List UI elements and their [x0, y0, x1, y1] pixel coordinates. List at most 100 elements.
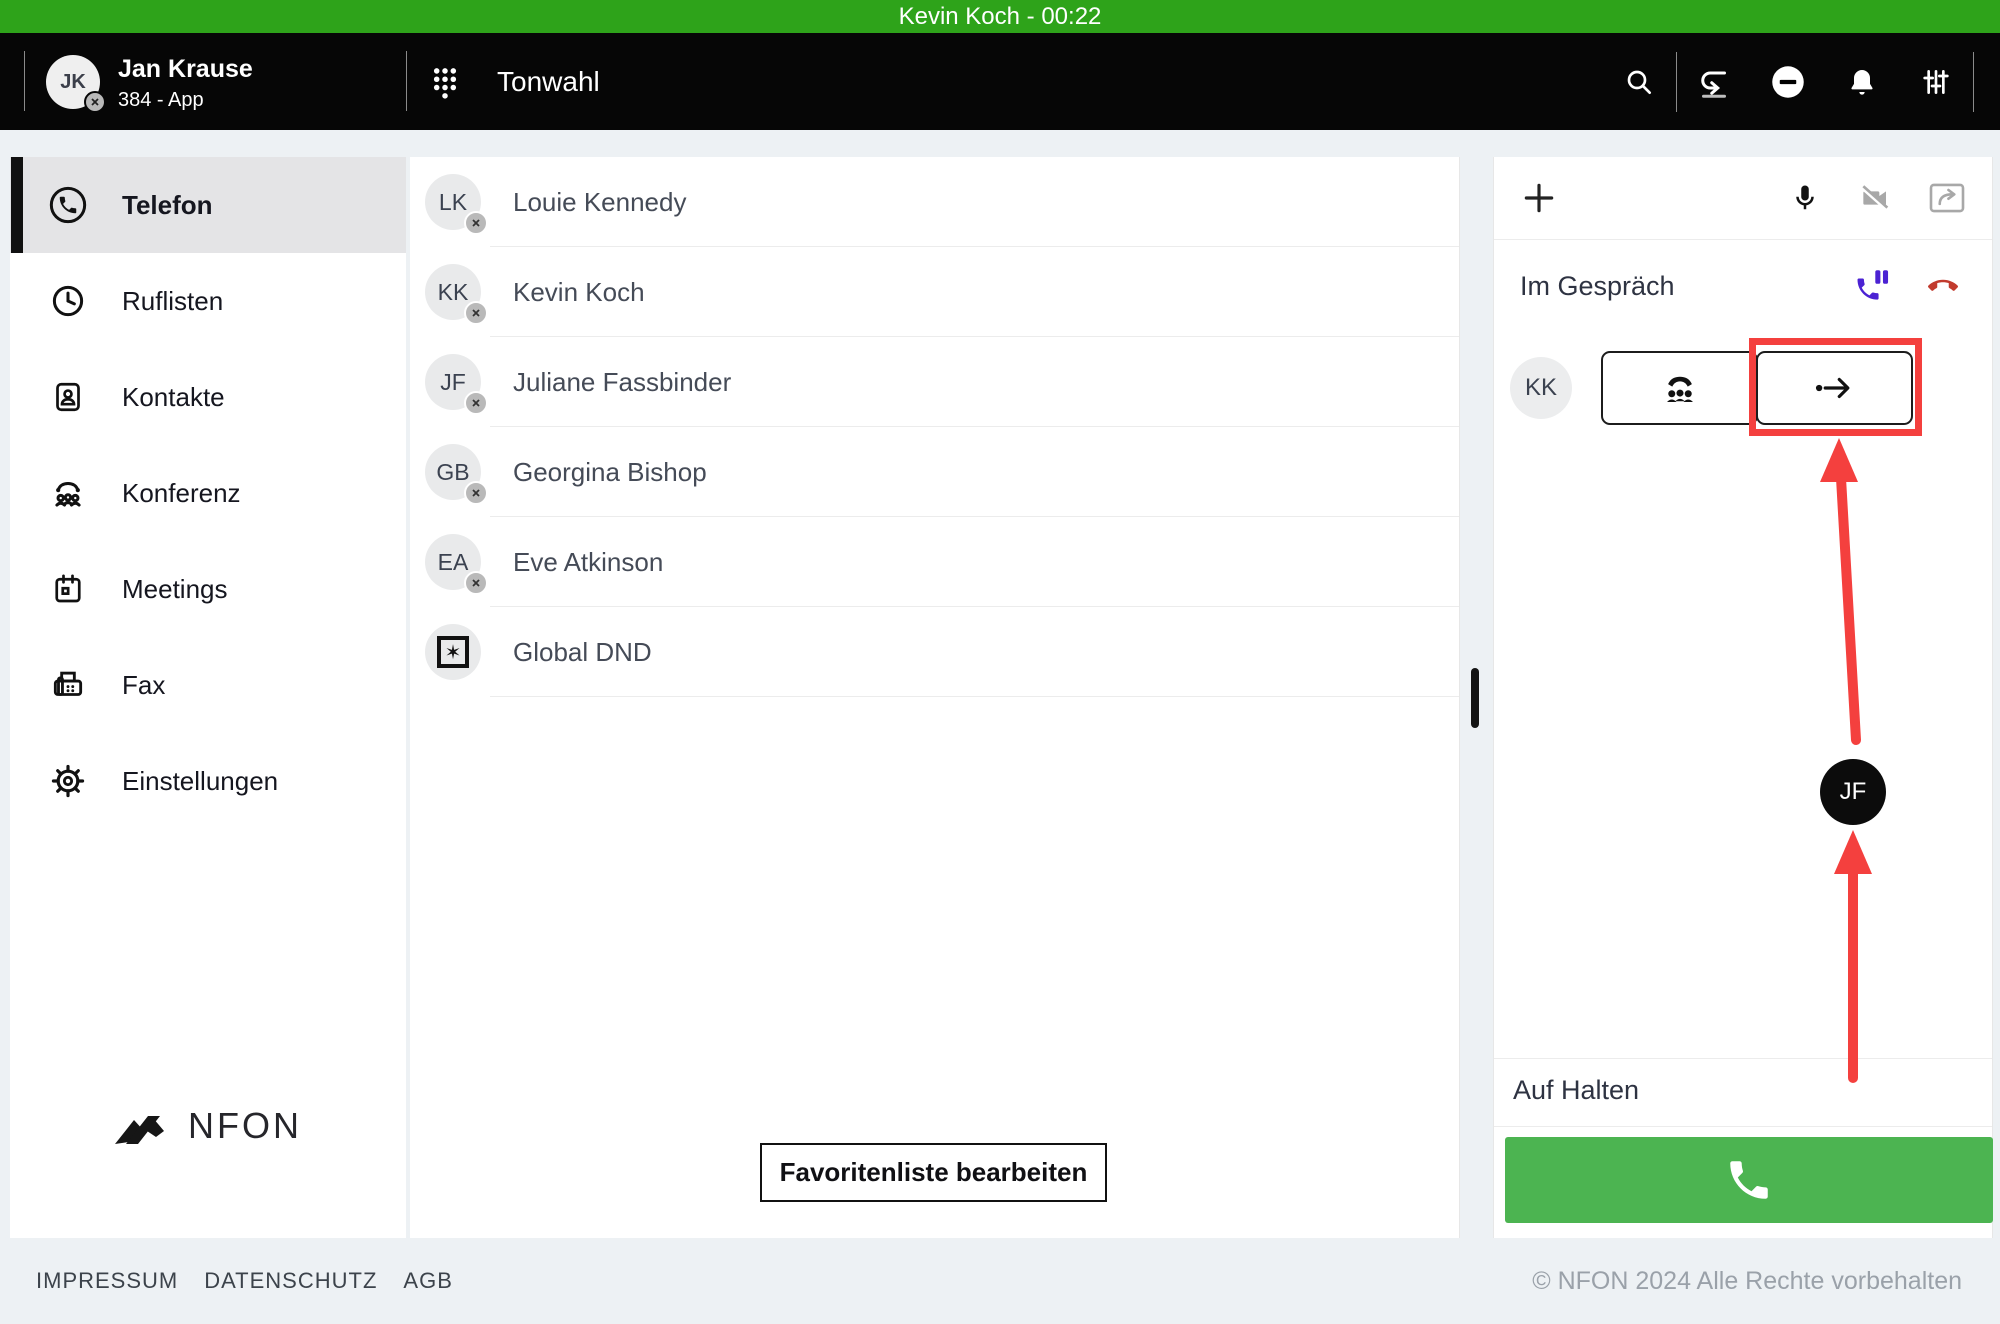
- sidebar-item-label: Ruflisten: [122, 286, 223, 317]
- section-divider: [1494, 1058, 1992, 1059]
- copyright-text: © NFON 2024 Alle Rechte vorbehalten: [1532, 1267, 1962, 1296]
- section-divider: [1494, 1126, 1992, 1127]
- sidebar-item-label: Fax: [122, 670, 165, 701]
- on-hold-section-title: Auf Halten: [1513, 1075, 1639, 1106]
- dialpad-icon[interactable]: [428, 64, 462, 100]
- sidebar-item-kontakte[interactable]: Kontakte: [10, 349, 406, 445]
- user-avatar[interactable]: JK: [46, 55, 100, 109]
- camera-off-icon[interactable]: [1856, 182, 1892, 214]
- conference-icon: [48, 474, 88, 512]
- user-avatar-initials: JK: [60, 71, 86, 94]
- remove-favorite-icon[interactable]: [464, 391, 488, 415]
- sidebar-item-label: Telefon: [122, 190, 213, 221]
- transfer-target-avatar[interactable]: JF: [1820, 759, 1886, 825]
- phone-icon: [1724, 1155, 1774, 1205]
- remove-favorite-icon[interactable]: [464, 481, 488, 505]
- user-status-badge: [84, 91, 106, 113]
- sidebar-item-label: Konferenz: [122, 478, 241, 509]
- active-call-info: Kevin Koch - 00:22: [899, 3, 1102, 31]
- footer-link-datenschutz[interactable]: DATENSCHUTZ: [204, 1268, 377, 1294]
- favorite-name: Juliane Fassbinder: [513, 367, 731, 398]
- nfon-logo: NFON: [112, 1104, 302, 1148]
- favorite-row[interactable]: JF Juliane Fassbinder: [410, 337, 1459, 427]
- app-header: JK Jan Krause 384 - App Tonwahl: [0, 33, 2000, 130]
- footer-link-agb[interactable]: AGB: [403, 1268, 452, 1294]
- row-divider: [490, 696, 1459, 697]
- favorites-list: LK Louie Kennedy KK Kevin Koch JF Julian…: [410, 157, 1460, 1238]
- call-button[interactable]: [1505, 1137, 1993, 1223]
- avatar: LK: [425, 174, 481, 230]
- call-panel-toolbar: [1494, 157, 1992, 240]
- avatar-initials: KK: [1525, 374, 1557, 402]
- favorite-row[interactable]: KK Kevin Koch: [410, 247, 1459, 337]
- in-call-title: Im Gespräch: [1520, 271, 1820, 302]
- call-pull-icon[interactable]: [1677, 33, 1751, 130]
- global-dnd-star-icon: ✶: [437, 636, 469, 668]
- user-extension: 384 - App: [118, 89, 204, 112]
- sidebar-item-label: Meetings: [122, 574, 228, 605]
- avatar-initials: KK: [438, 279, 469, 306]
- favorite-row[interactable]: LK Louie Kennedy: [410, 157, 1459, 247]
- avatar-initials: GB: [436, 459, 469, 486]
- sidebar-nav: Telefon Ruflisten Kontakte: [10, 157, 406, 1238]
- favorite-name: Kevin Koch: [513, 277, 645, 308]
- sidebar-item-ruflisten[interactable]: Ruflisten: [10, 253, 406, 349]
- edit-favorites-button[interactable]: Favoritenliste bearbeiten: [760, 1143, 1107, 1202]
- contact-card-icon: [48, 378, 88, 416]
- sidebar-item-einstellungen[interactable]: Einstellungen: [10, 733, 406, 829]
- settings-sliders-icon[interactable]: [1899, 33, 1973, 130]
- active-call-statusbar[interactable]: Kevin Koch - 00:22: [0, 0, 2000, 33]
- favorite-row[interactable]: EA Eve Atkinson: [410, 517, 1459, 607]
- footer-links: IMPRESSUM DATENSCHUTZ AGB: [36, 1268, 453, 1294]
- avatar: KK: [425, 264, 481, 320]
- sidebar-item-telefon[interactable]: Telefon: [10, 157, 406, 253]
- call-panel: Im Gespräch KK: [1493, 157, 1993, 1238]
- search-icon[interactable]: [1602, 33, 1676, 130]
- favorite-row-global-dnd[interactable]: ✶ Global DND: [410, 607, 1459, 697]
- remove-favorite-icon[interactable]: [464, 301, 488, 325]
- clock-icon: [48, 282, 88, 320]
- avatar: JF: [425, 354, 481, 410]
- conference-icon: [1657, 367, 1703, 409]
- favorite-name: Eve Atkinson: [513, 547, 663, 578]
- avatar: GB: [425, 444, 481, 500]
- sidebar-item-fax[interactable]: Fax: [10, 637, 406, 733]
- notifications-bell-icon[interactable]: [1825, 33, 1899, 130]
- user-name: Jan Krause: [118, 55, 253, 84]
- phone-icon: [48, 185, 88, 225]
- calendar-icon: [48, 570, 88, 608]
- remove-favorite-icon[interactable]: [464, 211, 488, 235]
- hold-call-icon[interactable]: [1854, 268, 1890, 304]
- header-divider: [406, 51, 407, 111]
- conference-button[interactable]: [1601, 351, 1758, 425]
- annotation-highlight-rectangle: [1749, 338, 1922, 436]
- avatar-initials: EA: [438, 549, 469, 576]
- sidebar-item-konferenz[interactable]: Konferenz: [10, 445, 406, 541]
- favorite-name: Global DND: [513, 637, 652, 668]
- dnd-icon[interactable]: [1751, 33, 1825, 130]
- avatar: ✶: [425, 624, 481, 680]
- fax-icon: [48, 666, 88, 704]
- favorite-row[interactable]: GB Georgina Bishop: [410, 427, 1459, 517]
- close-icon: [90, 97, 100, 107]
- microphone-icon[interactable]: [1790, 181, 1820, 215]
- in-call-section-header: Im Gespräch: [1494, 241, 1992, 331]
- favorite-name: Louie Kennedy: [513, 187, 686, 218]
- move-call-icon[interactable]: [1928, 182, 1966, 214]
- header-divider: [1973, 52, 1974, 112]
- header-actions: [1602, 33, 1974, 130]
- remove-favorite-icon[interactable]: [464, 571, 488, 595]
- footer-link-impressum[interactable]: IMPRESSUM: [36, 1268, 178, 1294]
- nfon-logo-mark: [112, 1104, 176, 1148]
- mode-title: Tonwahl: [497, 66, 600, 98]
- gear-icon: [48, 762, 88, 800]
- sidebar-item-label: Kontakte: [122, 382, 225, 413]
- avatar-initials: JF: [440, 369, 466, 396]
- sidebar-item-meetings[interactable]: Meetings: [10, 541, 406, 637]
- sidebar-item-label: Einstellungen: [122, 766, 278, 797]
- avatar-initials: LK: [439, 189, 467, 216]
- hang-up-icon[interactable]: [1924, 271, 1962, 301]
- add-call-icon[interactable]: [1520, 179, 1558, 217]
- panel-resize-handle[interactable]: [1471, 668, 1479, 728]
- avatar-initials: JF: [1840, 778, 1867, 806]
